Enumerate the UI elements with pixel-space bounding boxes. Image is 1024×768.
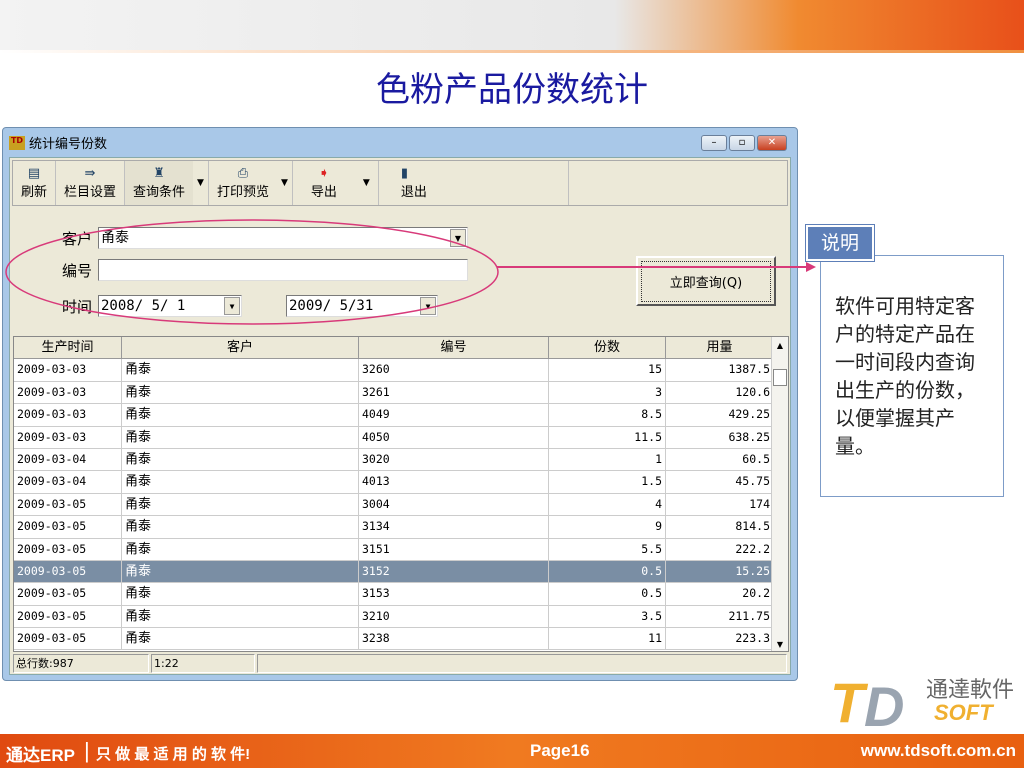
highlight-ellipse <box>5 219 499 325</box>
footer: 通达ERP | 只 做 最 适 用 的 软 件! Page16 www.tdso… <box>0 734 1024 768</box>
note-tab: 说明 <box>805 224 875 262</box>
tdsoft-logo: T D 通達軟件 SOFT <box>830 671 1015 738</box>
arrow-head-icon <box>806 262 816 272</box>
footer-brand: 通达ERP <box>6 746 75 765</box>
page-number: Page16 <box>530 741 590 760</box>
footer-slogan: 只 做 最 适 用 的 软 件! <box>96 746 251 763</box>
logo-sub: SOFT <box>934 700 993 725</box>
website-url: www.tdsoft.com.cn <box>860 741 1016 760</box>
note-box: 软件可用特定客户的特定产品在一时间段内查询出生产的份数，以便掌握其产量。 <box>820 255 1004 497</box>
